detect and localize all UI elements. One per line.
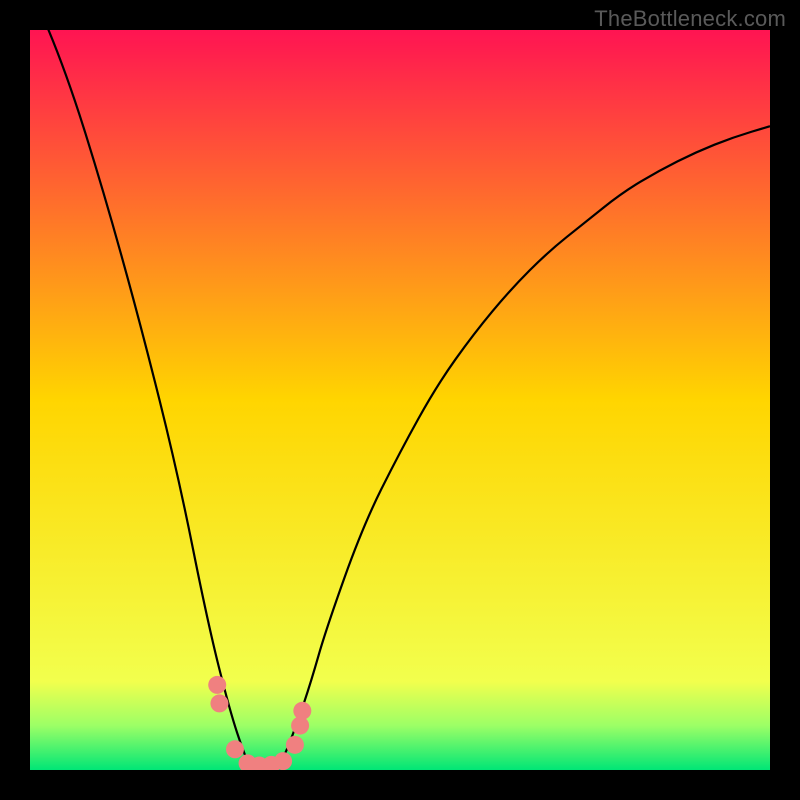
- marker-dot: [286, 736, 304, 754]
- chart-background: [30, 30, 770, 770]
- marker-dot: [208, 676, 226, 694]
- marker-dot: [293, 702, 311, 720]
- watermark-text: TheBottleneck.com: [594, 6, 786, 32]
- marker-dot: [210, 694, 228, 712]
- marker-dot: [274, 752, 292, 770]
- chart-plot-area: [30, 30, 770, 770]
- marker-dot: [226, 740, 244, 758]
- chart-svg: [30, 30, 770, 770]
